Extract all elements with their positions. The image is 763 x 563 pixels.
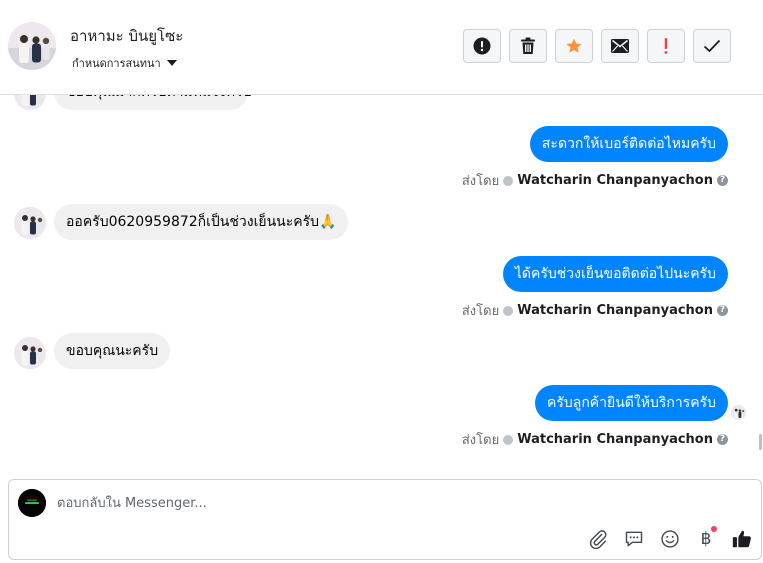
paperclip-icon (589, 530, 607, 549)
sent-by-line: ส่งโดย Watcharin Chanpanyachon ? (462, 170, 728, 191)
sent-by-line: ส่งโดย Watcharin Chanpanyachon ? (462, 300, 728, 321)
message-bubble-outgoing[interactable]: ครับลูกค้ายินดีให้บริการครับ (534, 385, 728, 421)
saved-replies-button[interactable] (622, 527, 646, 551)
exclamation-icon (664, 38, 668, 54)
help-icon[interactable]: ? (717, 434, 728, 445)
contact-name[interactable]: อาหามะ บินยูโซะ (70, 24, 183, 48)
mark-done-button[interactable] (693, 29, 731, 63)
message-bubble-outgoing[interactable]: ได้ครับช่วงเย็นขอติดต่อไปนะครับ (502, 256, 728, 292)
sent-by-line: ส่งโดย Watcharin Chanpanyachon ? (462, 429, 728, 450)
help-icon[interactable]: ? (717, 305, 728, 316)
attach-file-button[interactable] (586, 527, 610, 551)
contact-avatar-small (14, 95, 46, 110)
contact-avatar[interactable] (8, 22, 56, 70)
message-bubble-incoming[interactable]: ขอบคุณมากครับตามที่แจ้งครับ (54, 95, 252, 110)
sent-by-prefix: ส่งโดย (461, 304, 500, 319)
alert-circle-icon (473, 37, 491, 55)
follow-up-button[interactable] (647, 29, 685, 63)
mail-icon (611, 39, 629, 53)
message-bubble-incoming[interactable]: ออครับ0620959872ก็เป็นช่วงเย็นนะครับ🙏 (54, 204, 349, 240)
verified-check-icon (503, 434, 514, 445)
reply-input[interactable] (57, 493, 657, 513)
trash-icon (521, 37, 535, 54)
composer-actions: ฿ (586, 526, 754, 551)
send-like-button[interactable] (730, 527, 754, 551)
payment-button[interactable]: ฿ (694, 526, 718, 551)
conversation-toolbar (463, 29, 731, 63)
conversation-label-text: กำหนดการสนทนา (72, 57, 161, 70)
notification-dot (711, 526, 717, 532)
sent-by-prefix: ส่งโดย (461, 174, 500, 189)
thread-scrollbar[interactable] (759, 434, 762, 450)
sender-name[interactable]: Watcharin Chanpanyachon (517, 303, 713, 318)
help-icon[interactable]: ? (717, 175, 728, 186)
sender-name[interactable]: Watcharin Chanpanyachon (517, 173, 713, 188)
star-icon (566, 38, 582, 53)
verified-check-icon (503, 175, 514, 186)
check-icon (703, 39, 721, 53)
conversation-label-dropdown[interactable]: กำหนดการสนทนา (72, 54, 177, 72)
reply-composer: ฿ (8, 479, 762, 560)
emoji-button[interactable] (658, 527, 682, 551)
seen-avatar (731, 405, 746, 420)
saved-reply-icon (625, 531, 643, 547)
star-button[interactable] (555, 29, 593, 63)
caret-down-icon (166, 60, 177, 66)
contact-avatar-small (14, 207, 46, 239)
message-thread[interactable]: ขอบคุณมากครับตามที่แจ้งครับ สะดวกให้เบอร… (0, 95, 763, 475)
verified-check-icon (503, 305, 514, 316)
baht-payment-icon: ฿ (700, 529, 712, 549)
message-bubble-incoming[interactable]: ขอบคุณนะครับ (54, 333, 171, 369)
thumbs-up-icon (732, 530, 751, 548)
sender-name[interactable]: Watcharin Chanpanyachon (517, 432, 713, 447)
contact-avatar-small (14, 337, 46, 369)
mark-unread-button[interactable] (601, 29, 639, 63)
page-avatar (18, 489, 46, 517)
conversation-header: อาหามะ บินยูโซะ กำหนดการสนทนา (0, 0, 763, 95)
delete-button[interactable] (509, 29, 547, 63)
emoji-icon (661, 530, 679, 548)
sent-by-prefix: ส่งโดย (461, 433, 500, 448)
report-spam-button[interactable] (463, 29, 501, 63)
message-bubble-outgoing[interactable]: สะดวกให้เบอร์ติดต่อไหมครับ (529, 126, 728, 162)
